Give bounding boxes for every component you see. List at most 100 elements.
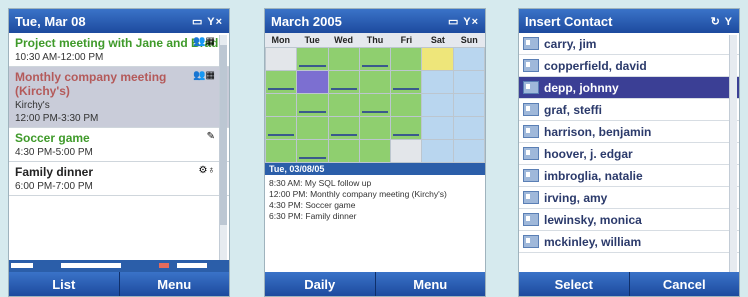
- day-cell[interactable]: [266, 48, 297, 70]
- day-cell[interactable]: [453, 94, 484, 116]
- contact-item[interactable]: irving, amy: [519, 187, 739, 209]
- signal-icon: ▭ Y×: [447, 15, 479, 28]
- scrollbar-thumb[interactable]: [220, 45, 227, 225]
- contact-item[interactable]: hoover, j. edgar: [519, 143, 739, 165]
- agenda-phone: Tue, Mar 08 ▭ Y× Project meeting with Ja…: [8, 8, 230, 297]
- contacts-softkeys: Select Cancel: [519, 272, 739, 296]
- month-softkeys: Daily Menu: [265, 272, 485, 296]
- day-cell[interactable]: [297, 48, 328, 70]
- contact-item[interactable]: copperfield, david: [519, 55, 739, 77]
- day-cell[interactable]: [391, 117, 422, 139]
- contact-name: copperfield, david: [544, 58, 647, 73]
- contact-item[interactable]: lewinsky, monica: [519, 209, 739, 231]
- day-cell[interactable]: [328, 94, 359, 116]
- menu-button[interactable]: Menu: [374, 272, 486, 296]
- contact-name: imbroglia, natalie: [544, 168, 643, 183]
- appointment-item[interactable]: Soccer game 4:30 PM-5:00 PM ✎: [9, 128, 229, 162]
- contacts-titlebar: Insert Contact ↻ Y: [519, 9, 739, 33]
- day-cell[interactable]: [328, 140, 359, 162]
- event-line[interactable]: 4:30 PM: Soccer game: [269, 200, 481, 211]
- day-cell[interactable]: [266, 140, 297, 162]
- day-cell[interactable]: [422, 117, 453, 139]
- day-cell[interactable]: [391, 94, 422, 116]
- day-cell[interactable]: [391, 71, 422, 93]
- selected-date-bar: Tue, 03/08/05: [265, 163, 485, 175]
- day-cell[interactable]: [422, 140, 453, 162]
- day-cell[interactable]: [297, 117, 328, 139]
- contact-list: carry, jim copperfield, david depp, johnny…: [519, 33, 739, 253]
- contacts-scrollbar[interactable]: [729, 35, 737, 273]
- meeting-icon: 👥▦: [193, 70, 215, 81]
- contact-card-icon: [523, 59, 539, 72]
- appointment-item[interactable]: Family dinner 6:00 PM-7:00 PM ⚙♁: [9, 162, 229, 196]
- agenda-softkeys: List Menu: [9, 272, 229, 296]
- day-cell[interactable]: [328, 117, 359, 139]
- appointment-time: 4:30 PM-5:00 PM: [15, 147, 93, 158]
- contact-item[interactable]: depp, johnny: [519, 77, 739, 99]
- event-bar: [393, 88, 420, 90]
- contact-item[interactable]: mckinley, william: [519, 231, 739, 253]
- day-cell[interactable]: [297, 140, 328, 162]
- contact-name: depp, johnny: [544, 80, 619, 95]
- day-cell[interactable]: [453, 48, 484, 70]
- day-cell-selected[interactable]: [297, 71, 328, 93]
- reminder-icon: ⚙♁: [198, 165, 215, 176]
- month-titlebar: March 2005 ▭ Y×: [265, 9, 485, 33]
- weekday-label: Tue: [304, 35, 320, 45]
- event-line[interactable]: 8:30 AM: My SQL follow up: [269, 178, 481, 189]
- appointment-title: Family dinner: [15, 165, 94, 179]
- month-title: March 2005: [271, 13, 342, 29]
- day-cell[interactable]: [422, 71, 453, 93]
- contact-item[interactable]: harrison, benjamin: [519, 121, 739, 143]
- day-cell[interactable]: [391, 140, 422, 162]
- menu-button[interactable]: Menu: [118, 272, 230, 296]
- appointment-time: 12:00 PM-3:30 PM: [15, 113, 99, 124]
- day-cell[interactable]: [391, 48, 422, 70]
- event-bar: [393, 134, 420, 136]
- agenda-title: Tue, Mar 08: [15, 13, 86, 29]
- timeline-segment: [61, 263, 121, 268]
- day-cell[interactable]: [266, 117, 297, 139]
- appointment-item[interactable]: Project meeting with Jane and Brad 10:30…: [9, 33, 229, 67]
- cancel-button[interactable]: Cancel: [628, 272, 740, 296]
- appointment-time: 10:30 AM-12:00 PM: [15, 52, 104, 63]
- day-cell[interactable]: [266, 71, 297, 93]
- day-cell[interactable]: [359, 94, 391, 116]
- month-phone: March 2005 ▭ Y× Mon Tue Wed Thu Fri Sat …: [264, 8, 486, 297]
- day-cell[interactable]: [422, 48, 453, 70]
- contact-item[interactable]: graf, steffi: [519, 99, 739, 121]
- weekday-header: Mon Tue Wed Thu Fri Sat Sun: [265, 33, 485, 47]
- contact-name: carry, jim: [544, 36, 597, 51]
- event-line[interactable]: 6:30 PM: Family dinner: [269, 211, 481, 222]
- day-events-list: 8:30 AM: My SQL follow up 12:00 PM: Mont…: [265, 175, 485, 225]
- event-line[interactable]: 12:00 PM: Monthly company meeting (Kirch…: [269, 189, 481, 200]
- weekday-label: Fri: [400, 35, 413, 45]
- day-cell[interactable]: [297, 94, 328, 116]
- day-cell[interactable]: [359, 117, 391, 139]
- event-bar: [299, 157, 326, 159]
- contact-name: hoover, j. edgar: [544, 146, 633, 161]
- appointment-item[interactable]: Monthly company meeting (Kirchy's) Kirch…: [9, 67, 229, 128]
- day-cell[interactable]: [359, 71, 391, 93]
- event-bar: [268, 134, 295, 136]
- day-cell[interactable]: [453, 117, 484, 139]
- day-cell[interactable]: [359, 140, 391, 162]
- event-bar: [299, 65, 326, 67]
- event-bar: [330, 134, 357, 136]
- contact-card-icon: [523, 213, 539, 226]
- agenda-scrollbar[interactable]: [219, 35, 227, 263]
- day-cell[interactable]: [266, 94, 297, 116]
- daily-button[interactable]: Daily: [265, 272, 375, 296]
- day-cell[interactable]: [328, 71, 359, 93]
- day-cell[interactable]: [328, 48, 359, 70]
- day-cell[interactable]: [422, 94, 453, 116]
- select-button[interactable]: Select: [519, 272, 629, 296]
- list-button[interactable]: List: [9, 272, 119, 296]
- weekday-label: Sun: [460, 35, 478, 45]
- contact-item[interactable]: carry, jim: [519, 33, 739, 55]
- day-cell[interactable]: [453, 140, 484, 162]
- appointment-title: Monthly company meeting (Kirchy's): [15, 70, 167, 98]
- day-cell[interactable]: [359, 48, 391, 70]
- day-cell[interactable]: [453, 71, 484, 93]
- contact-item[interactable]: imbroglia, natalie: [519, 165, 739, 187]
